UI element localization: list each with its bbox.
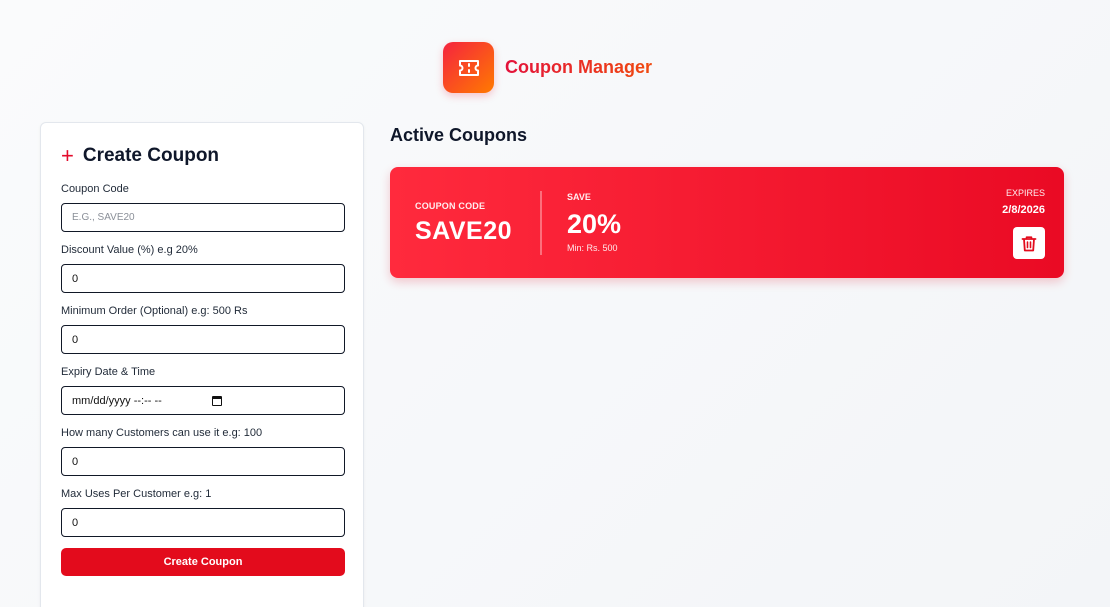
minimum-order-text: Min: Rs. 500 (567, 243, 618, 253)
plus-icon: + (61, 143, 74, 168)
app-header: Coupon Manager (443, 42, 652, 93)
coupon-code-label: Coupon Code (61, 183, 129, 195)
max-uses-input[interactable]: 0 (61, 508, 345, 537)
max-uses-label: Max Uses Per Customer e.g: 1 (61, 488, 212, 500)
delete-coupon-button[interactable] (1013, 227, 1045, 259)
coupon-code-value: SAVE20 (415, 217, 513, 245)
discount-amount: 20% (567, 209, 622, 239)
save-caption: SAVE (567, 192, 591, 202)
expires-caption: EXPIRES (1005, 188, 1045, 198)
coupon-code-caption: COUPON CODE (415, 201, 486, 211)
ticket-icon (443, 42, 494, 93)
coupon-card: COUPON CODE SAVE20 SAVE 20% Min: Rs. 500… (390, 167, 1064, 278)
expiry-date-label: Expiry Date & Time (61, 366, 156, 378)
customer-limit-label: How many Customers can use it e.g: 100 (61, 427, 263, 439)
expiry-date-value: mm/dd/yyyy --:-- -- (72, 394, 162, 407)
calendar-icon[interactable] (212, 395, 222, 406)
app-title: Coupon Manager (505, 57, 652, 77)
expiry-date-text: 2/8/2026 (1002, 204, 1045, 216)
create-coupon-button[interactable]: Create Coupon (61, 548, 345, 576)
customer-limit-input[interactable]: 0 (61, 447, 345, 476)
coupon-code-input[interactable]: E.G., SAVE20 (61, 203, 345, 232)
discount-value-label: Discount Value (%) e.g 20% (61, 244, 198, 256)
create-coupon-form: + Create Coupon Coupon Code E.G., SAVE20… (40, 122, 364, 607)
active-coupons-title: Active Coupons (390, 125, 528, 145)
coupon-divider (540, 191, 542, 255)
minimum-order-input[interactable]: 0 (61, 325, 345, 354)
form-title: Create Coupon (82, 145, 220, 166)
trash-icon (1021, 235, 1037, 251)
expiry-date-input[interactable]: mm/dd/yyyy --:-- -- (61, 386, 345, 415)
minimum-order-label: Minimum Order (Optional) e.g: 500 Rs (61, 305, 248, 317)
discount-value-input[interactable]: 0 (61, 264, 345, 293)
